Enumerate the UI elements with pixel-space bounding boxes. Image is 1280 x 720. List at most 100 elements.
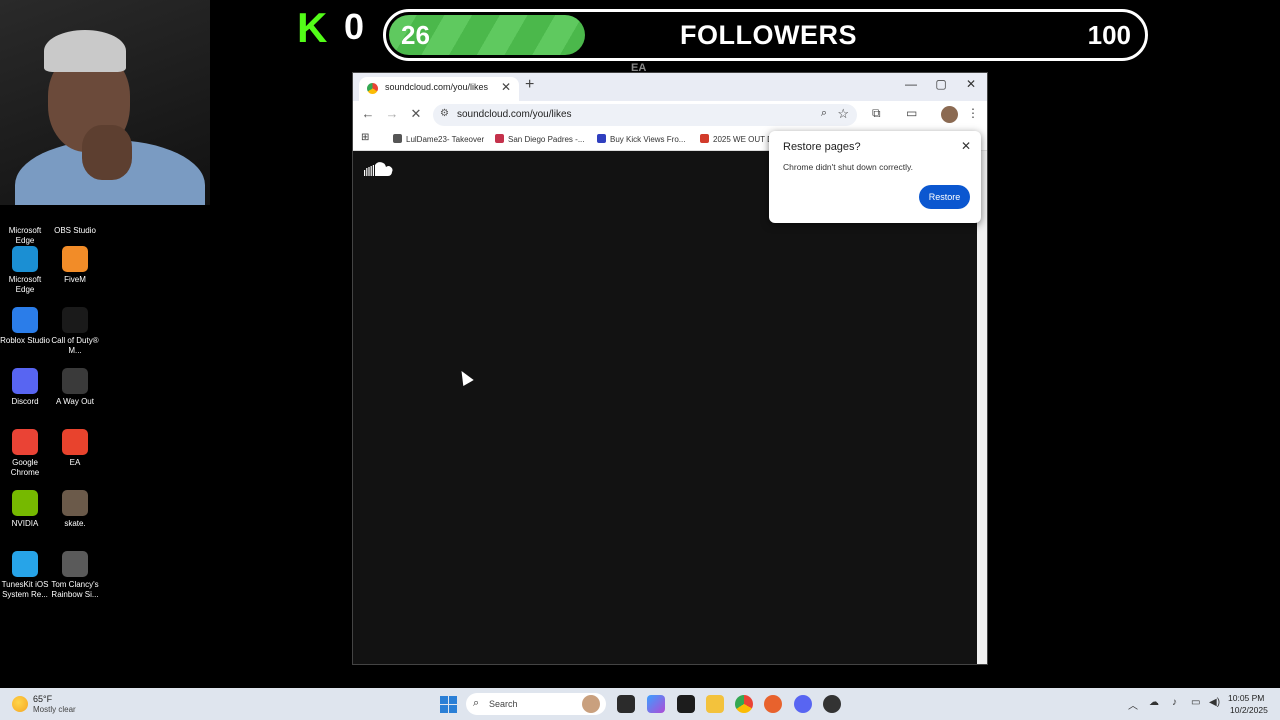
address-bar[interactable]: ⚙ soundcloud.com/you/likes ⌕ ☆ [433, 104, 857, 126]
bookmark-label: Buy Kick Views Fro... [610, 135, 686, 144]
desktop-icon[interactable]: EA [50, 429, 100, 468]
bookmark-item[interactable]: 2025 WE OUT D [700, 134, 773, 144]
fivem-icon [62, 246, 88, 272]
desktop-icon[interactable]: TunesKit iOS System Re... [0, 551, 50, 600]
new-tab-button[interactable]: + [525, 76, 534, 94]
search-icon: ⌕ [473, 697, 480, 709]
kick-count: 0 [344, 6, 365, 47]
follower-goal-label: FOLLOWERS [680, 20, 857, 50]
restore-pages-dialog: Restore pages? Chrome didn't shut down c… [769, 131, 981, 223]
start-button[interactable] [440, 696, 457, 713]
desktop-icon-label: OBS Studio [54, 226, 96, 235]
discord-taskbar-icon[interactable] [794, 695, 812, 713]
cast-icon[interactable]: ▭ [906, 106, 917, 120]
restore-dialog-message: Chrome didn't shut down correctly. [783, 162, 913, 172]
desktop-icon[interactable]: Microsoft Edge [0, 246, 50, 295]
tab-soundcloud[interactable]: soundcloud.com/you/likes ✕ [359, 77, 519, 101]
desktop-icon-label: Microsoft Edge [8, 275, 42, 294]
desktop-icon-label: Google Chrome [10, 458, 40, 477]
volume-icon[interactable]: ◀) [1209, 697, 1220, 708]
desktop-icon[interactable]: OBS Studio [50, 197, 100, 236]
tab-title: soundcloud.com/you/likes [385, 82, 489, 92]
desktop-icon-label: A Way Out [56, 397, 94, 406]
desktop-icon[interactable]: Roblox Studio [0, 307, 50, 346]
apps-grid-icon[interactable]: ⊞ [361, 132, 369, 143]
clock-date[interactable]: 10/2/2025 [1230, 705, 1268, 715]
desktop-icon-label: Discord [11, 397, 39, 406]
desktop-icon[interactable]: A Way Out [50, 368, 100, 407]
chrome-icon [12, 429, 38, 455]
desktop-icon-label: Call of Duty® M... [51, 336, 99, 355]
profile-avatar[interactable] [941, 106, 958, 123]
desktop-icon[interactable]: FiveM [50, 246, 100, 285]
follower-goal-bar: 26 FOLLOWERS 100 [383, 9, 1148, 61]
taskbar: 65°F Mostly clear ⌕ Search ︿ ☁ ♪ ▭ ◀) 10… [0, 688, 1280, 720]
site-info-icon[interactable]: ⚙ [440, 108, 449, 119]
follower-goal-target: 100 [1087, 20, 1131, 50]
desktop-icon-label: Tom Clancy's Rainbow Si... [51, 580, 99, 599]
menu-kebab-icon[interactable]: ⋮ [967, 106, 979, 120]
taskbar-search[interactable]: ⌕ Search [466, 693, 606, 715]
extensions-icon[interactable]: ⧉ [872, 106, 881, 121]
taskbar-search-placeholder: Search [489, 699, 518, 709]
tab-close-icon[interactable]: ✕ [501, 80, 511, 94]
bookmark-item[interactable]: San Diego Padres -... [495, 134, 584, 144]
onedrive-cloud-icon[interactable]: ☁ [1149, 697, 1159, 708]
kick-logo-icon: K [297, 4, 328, 51]
copilot-icon[interactable] [647, 695, 665, 713]
desktop-icon[interactable]: Google Chrome [0, 429, 50, 478]
ea-icon [62, 429, 88, 455]
desktop-icon[interactable]: Microsoft Edge [0, 197, 50, 246]
restore-dialog-title: Restore pages? [783, 141, 861, 153]
weather-condition[interactable]: Mostly clear [33, 705, 76, 714]
weather-temperature[interactable]: 65°F [33, 694, 52, 704]
weather-moon-icon[interactable] [12, 696, 28, 712]
bookmark-favicon-icon [393, 134, 402, 143]
obs-taskbar-icon[interactable] [823, 695, 841, 713]
desktop-icon[interactable]: NVIDIA [0, 490, 50, 529]
minimize-button[interactable]: — [901, 77, 921, 91]
desktop-icon-label: TunesKit iOS System Re... [1, 580, 49, 599]
start-logo-pane [449, 696, 457, 704]
maximize-button[interactable]: ▢ [931, 77, 951, 91]
bookmark-favicon-icon [495, 134, 504, 143]
edge-icon [12, 246, 38, 272]
page-content [353, 151, 977, 664]
desktop-icon[interactable]: Tom Clancy's Rainbow Si... [50, 551, 100, 600]
cod-icon [62, 307, 88, 333]
page-scrollbar[interactable] [977, 151, 987, 664]
bookmark-star-icon[interactable]: ☆ [837, 106, 849, 122]
forward-button[interactable]: → [383, 106, 401, 121]
bookmark-item[interactable]: LulDame23- Takeover [393, 134, 484, 144]
clock-time[interactable]: 10:05 PM [1228, 693, 1264, 703]
display-icon[interactable]: ▭ [1191, 697, 1200, 708]
close-window-button[interactable]: ✕ [961, 77, 981, 91]
origin-icon[interactable] [764, 695, 782, 713]
webcam-person-hand [82, 125, 132, 180]
back-button[interactable]: ← [359, 106, 377, 121]
webcam-person-cap [44, 30, 126, 72]
task-view-icon[interactable] [617, 695, 635, 713]
start-logo-pane [440, 696, 448, 704]
desktop: Microsoft Edge OBS Studio Microsoft Edge Fi… [0, 0, 1280, 688]
tuneskit-icon [12, 551, 38, 577]
desktop-icon[interactable]: Call of Duty® M... [50, 307, 100, 356]
tray-overflow-chevron-icon[interactable]: ︿ [1128, 697, 1138, 712]
desktop-icon[interactable]: Discord [0, 368, 50, 407]
restore-dialog-close-icon[interactable]: ✕ [961, 139, 971, 153]
webcam-overlay [0, 0, 210, 205]
desktop-icon-label: Roblox Studio [0, 336, 50, 345]
bookmark-item[interactable]: Buy Kick Views Fro... [597, 134, 685, 144]
microphone-icon[interactable]: ♪ [1172, 697, 1177, 708]
stop-loading-button[interactable]: ✕ [407, 106, 425, 122]
restore-button[interactable]: Restore [919, 185, 970, 209]
epic-games-icon[interactable] [677, 695, 695, 713]
zoom-icon[interactable]: ⌕ [821, 107, 827, 120]
address-bar-url: soundcloud.com/you/likes [457, 109, 572, 120]
chrome-taskbar-icon[interactable] [735, 695, 753, 713]
start-logo-pane [449, 705, 457, 713]
desktop-icon-label: skate. [64, 519, 86, 528]
soundcloud-logo-icon[interactable] [364, 161, 400, 177]
file-explorer-icon[interactable] [706, 695, 724, 713]
desktop-icon[interactable]: skate. [50, 490, 100, 529]
